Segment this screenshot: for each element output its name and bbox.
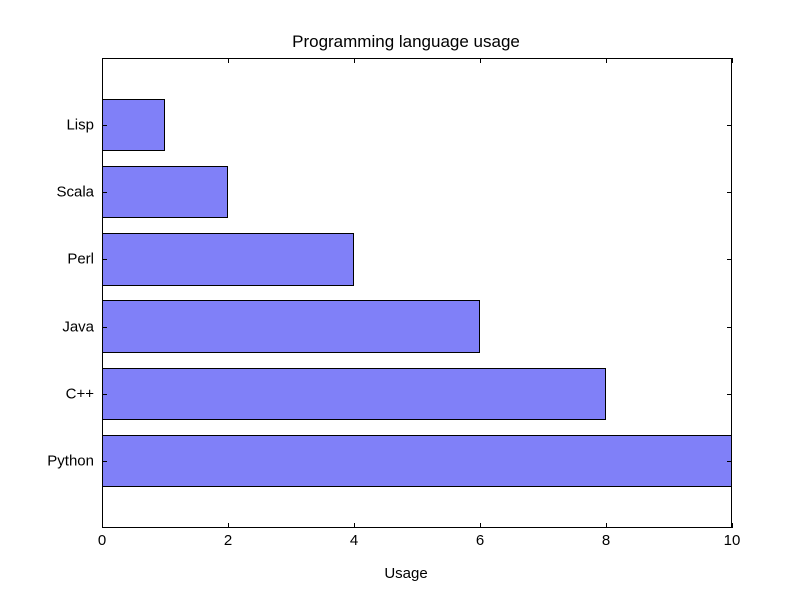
xtick-mark (228, 523, 229, 528)
ytick-mark (102, 327, 107, 328)
ytick-mark (727, 192, 732, 193)
bar-perl (102, 233, 354, 285)
x-axis-label: Usage (0, 565, 812, 582)
xtick-mark (606, 58, 607, 63)
ytick-label: Java (62, 318, 94, 335)
ytick-mark (102, 125, 107, 126)
ytick-label: C++ (66, 385, 94, 402)
xtick-mark (354, 523, 355, 528)
xtick-mark (102, 523, 103, 528)
xtick-label: 6 (476, 532, 484, 549)
xtick-label: 10 (724, 532, 741, 549)
ytick-label: Perl (67, 251, 94, 268)
xtick-mark (228, 58, 229, 63)
xtick-mark (606, 523, 607, 528)
ytick-mark (102, 192, 107, 193)
xtick-label: 0 (98, 532, 106, 549)
xtick-label: 8 (602, 532, 610, 549)
ytick-mark (727, 461, 732, 462)
bar-java (102, 300, 480, 352)
ytick-label: Scala (56, 184, 94, 201)
ytick-mark (727, 327, 732, 328)
ytick-mark (727, 125, 732, 126)
xtick-mark (732, 58, 733, 63)
xtick-mark (732, 523, 733, 528)
chart-title: Programming language usage (0, 32, 812, 52)
xtick-mark (480, 523, 481, 528)
bar-lisp (102, 99, 165, 151)
ytick-mark (102, 461, 107, 462)
xtick-label: 2 (224, 532, 232, 549)
xtick-mark (354, 58, 355, 63)
xtick-mark (480, 58, 481, 63)
bar-scala (102, 166, 228, 218)
ytick-mark (102, 259, 107, 260)
ytick-mark (727, 394, 732, 395)
bar-cpp (102, 368, 606, 420)
ytick-mark (727, 259, 732, 260)
xtick-label: 4 (350, 532, 358, 549)
ytick-mark (102, 394, 107, 395)
ytick-label: Python (47, 452, 94, 469)
xtick-mark (102, 58, 103, 63)
ytick-label: Lisp (66, 117, 94, 134)
bar-python (102, 435, 732, 487)
